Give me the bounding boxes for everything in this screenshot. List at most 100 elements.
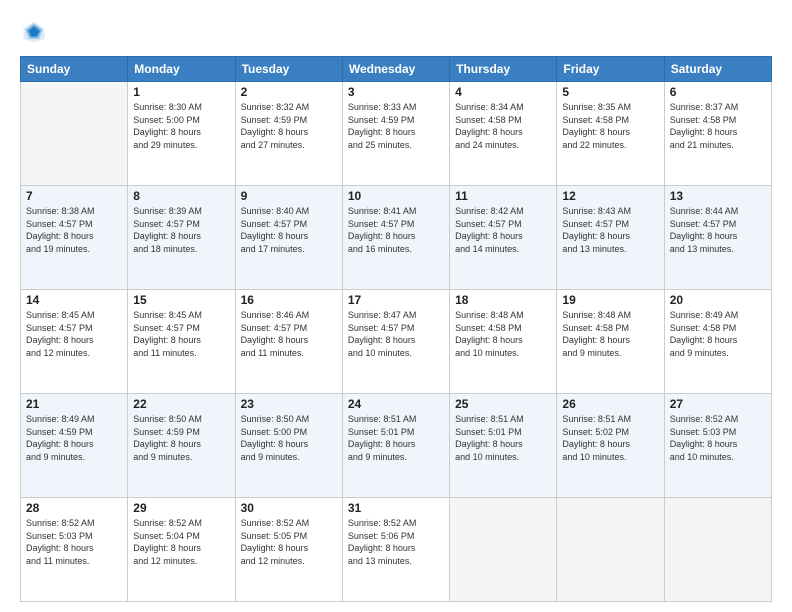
- week-row-4: 21 Sunrise: 8:49 AMSunset: 4:59 PMDayligh…: [21, 394, 772, 498]
- day-info: Sunrise: 8:42 AMSunset: 4:57 PMDaylight:…: [455, 205, 551, 255]
- day-number: 11: [455, 189, 551, 203]
- day-number: 1: [133, 85, 229, 99]
- day-number: 28: [26, 501, 122, 515]
- calendar: SundayMondayTuesdayWednesdayThursdayFrid…: [20, 56, 772, 602]
- week-row-2: 7Sunrise: 8:38 AMSunset: 4:57 PMDaylight…: [21, 186, 772, 290]
- calendar-cell: 17 Sunrise: 8:47 AMSunset: 4:57 PMDayligh…: [342, 290, 449, 394]
- weekday-saturday: Saturday: [664, 57, 771, 82]
- calendar-cell: 21 Sunrise: 8:49 AMSunset: 4:59 PMDayligh…: [21, 394, 128, 498]
- calendar-cell: 27 Sunrise: 8:52 AMSunset: 5:03 PMDayligh…: [664, 394, 771, 498]
- calendar-cell: 8 Sunrise: 8:39 AMSunset: 4:57 PMDaylight…: [128, 186, 235, 290]
- day-number: 29: [133, 501, 229, 515]
- calendar-cell: [664, 498, 771, 602]
- day-number: 2: [241, 85, 337, 99]
- calendar-cell: 2 Sunrise: 8:32 AMSunset: 4:59 PMDaylight…: [235, 82, 342, 186]
- day-number: 15: [133, 293, 229, 307]
- day-info: Sunrise: 8:35 AMSunset: 4:58 PMDaylight:…: [562, 101, 658, 151]
- day-info: Sunrise: 8:37 AMSunset: 4:58 PMDaylight:…: [670, 101, 766, 151]
- calendar-cell: 3 Sunrise: 8:33 AMSunset: 4:59 PMDaylight…: [342, 82, 449, 186]
- day-number: 13: [670, 189, 766, 203]
- calendar-cell: 4 Sunrise: 8:34 AMSunset: 4:58 PMDaylight…: [450, 82, 557, 186]
- day-number: 26: [562, 397, 658, 411]
- day-info: Sunrise: 8:30 AMSunset: 5:00 PMDaylight:…: [133, 101, 229, 151]
- calendar-cell: 6 Sunrise: 8:37 AMSunset: 4:58 PMDaylight…: [664, 82, 771, 186]
- calendar-cell: 1 Sunrise: 8:30 AMSunset: 5:00 PMDaylight…: [128, 82, 235, 186]
- day-number: 16: [241, 293, 337, 307]
- day-number: 17: [348, 293, 444, 307]
- logo: [20, 18, 52, 46]
- calendar-cell: 29 Sunrise: 8:52 AMSunset: 5:04 PMDayligh…: [128, 498, 235, 602]
- day-info: Sunrise: 8:45 AMSunset: 4:57 PMDaylight:…: [26, 309, 122, 359]
- calendar-cell: 25 Sunrise: 8:51 AMSunset: 5:01 PMDayligh…: [450, 394, 557, 498]
- day-info: Sunrise: 8:51 AMSunset: 5:01 PMDaylight:…: [348, 413, 444, 463]
- day-info: Sunrise: 8:49 AMSunset: 4:58 PMDaylight:…: [670, 309, 766, 359]
- weekday-sunday: Sunday: [21, 57, 128, 82]
- day-number: 25: [455, 397, 551, 411]
- weekday-header-row: SundayMondayTuesdayWednesdayThursdayFrid…: [21, 57, 772, 82]
- weekday-monday: Monday: [128, 57, 235, 82]
- day-info: Sunrise: 8:51 AMSunset: 5:01 PMDaylight:…: [455, 413, 551, 463]
- calendar-cell: [450, 498, 557, 602]
- day-info: Sunrise: 8:52 AMSunset: 5:03 PMDaylight:…: [26, 517, 122, 567]
- calendar-cell: [21, 82, 128, 186]
- day-number: 19: [562, 293, 658, 307]
- calendar-cell: 26 Sunrise: 8:51 AMSunset: 5:02 PMDayligh…: [557, 394, 664, 498]
- day-info: Sunrise: 8:52 AMSunset: 5:06 PMDaylight:…: [348, 517, 444, 567]
- calendar-cell: 9Sunrise: 8:40 AMSunset: 4:57 PMDaylight…: [235, 186, 342, 290]
- day-number: 14: [26, 293, 122, 307]
- day-number: 10: [348, 189, 444, 203]
- day-info: Sunrise: 8:49 AMSunset: 4:59 PMDaylight:…: [26, 413, 122, 463]
- day-info: Sunrise: 8:46 AMSunset: 4:57 PMDaylight:…: [241, 309, 337, 359]
- day-number: 20: [670, 293, 766, 307]
- logo-icon: [20, 18, 48, 46]
- day-number: 6: [670, 85, 766, 99]
- day-number: 23: [241, 397, 337, 411]
- day-number: 8: [133, 189, 229, 203]
- day-number: 21: [26, 397, 122, 411]
- day-info: Sunrise: 8:41 AMSunset: 4:57 PMDaylight:…: [348, 205, 444, 255]
- calendar-cell: 7Sunrise: 8:38 AMSunset: 4:57 PMDaylight…: [21, 186, 128, 290]
- calendar-cell: [557, 498, 664, 602]
- day-number: 18: [455, 293, 551, 307]
- week-row-5: 28 Sunrise: 8:52 AMSunset: 5:03 PMDayligh…: [21, 498, 772, 602]
- day-info: Sunrise: 8:48 AMSunset: 4:58 PMDaylight:…: [562, 309, 658, 359]
- calendar-cell: 22Sunrise: 8:50 AMSunset: 4:59 PMDayligh…: [128, 394, 235, 498]
- header: [20, 18, 772, 46]
- day-info: Sunrise: 8:33 AMSunset: 4:59 PMDaylight:…: [348, 101, 444, 151]
- calendar-cell: 18Sunrise: 8:48 AMSunset: 4:58 PMDayligh…: [450, 290, 557, 394]
- day-number: 3: [348, 85, 444, 99]
- calendar-cell: 19 Sunrise: 8:48 AMSunset: 4:58 PMDayligh…: [557, 290, 664, 394]
- day-info: Sunrise: 8:51 AMSunset: 5:02 PMDaylight:…: [562, 413, 658, 463]
- day-info: Sunrise: 8:45 AMSunset: 4:57 PMDaylight:…: [133, 309, 229, 359]
- day-number: 27: [670, 397, 766, 411]
- day-info: Sunrise: 8:39 AMSunset: 4:57 PMDaylight:…: [133, 205, 229, 255]
- calendar-cell: 15 Sunrise: 8:45 AMSunset: 4:57 PMDayligh…: [128, 290, 235, 394]
- calendar-cell: 10 Sunrise: 8:41 AMSunset: 4:57 PMDayligh…: [342, 186, 449, 290]
- day-number: 7: [26, 189, 122, 203]
- day-number: 30: [241, 501, 337, 515]
- day-info: Sunrise: 8:34 AMSunset: 4:58 PMDaylight:…: [455, 101, 551, 151]
- day-info: Sunrise: 8:50 AMSunset: 5:00 PMDaylight:…: [241, 413, 337, 463]
- weekday-wednesday: Wednesday: [342, 57, 449, 82]
- calendar-cell: 5Sunrise: 8:35 AMSunset: 4:58 PMDaylight…: [557, 82, 664, 186]
- day-info: Sunrise: 8:44 AMSunset: 4:57 PMDaylight:…: [670, 205, 766, 255]
- calendar-cell: 11 Sunrise: 8:42 AMSunset: 4:57 PMDayligh…: [450, 186, 557, 290]
- week-row-1: 1 Sunrise: 8:30 AMSunset: 5:00 PMDaylight…: [21, 82, 772, 186]
- day-info: Sunrise: 8:52 AMSunset: 5:03 PMDaylight:…: [670, 413, 766, 463]
- day-number: 4: [455, 85, 551, 99]
- calendar-cell: 30 Sunrise: 8:52 AMSunset: 5:05 PMDayligh…: [235, 498, 342, 602]
- day-info: Sunrise: 8:52 AMSunset: 5:04 PMDaylight:…: [133, 517, 229, 567]
- calendar-cell: 31Sunrise: 8:52 AMSunset: 5:06 PMDayligh…: [342, 498, 449, 602]
- calendar-cell: 24Sunrise: 8:51 AMSunset: 5:01 PMDayligh…: [342, 394, 449, 498]
- calendar-cell: 28 Sunrise: 8:52 AMSunset: 5:03 PMDayligh…: [21, 498, 128, 602]
- day-info: Sunrise: 8:47 AMSunset: 4:57 PMDaylight:…: [348, 309, 444, 359]
- week-row-3: 14 Sunrise: 8:45 AMSunset: 4:57 PMDayligh…: [21, 290, 772, 394]
- day-info: Sunrise: 8:40 AMSunset: 4:57 PMDaylight:…: [241, 205, 337, 255]
- day-info: Sunrise: 8:32 AMSunset: 4:59 PMDaylight:…: [241, 101, 337, 151]
- day-info: Sunrise: 8:52 AMSunset: 5:05 PMDaylight:…: [241, 517, 337, 567]
- day-number: 12: [562, 189, 658, 203]
- calendar-cell: 14 Sunrise: 8:45 AMSunset: 4:57 PMDayligh…: [21, 290, 128, 394]
- calendar-cell: 16 Sunrise: 8:46 AMSunset: 4:57 PMDayligh…: [235, 290, 342, 394]
- weekday-tuesday: Tuesday: [235, 57, 342, 82]
- day-number: 22: [133, 397, 229, 411]
